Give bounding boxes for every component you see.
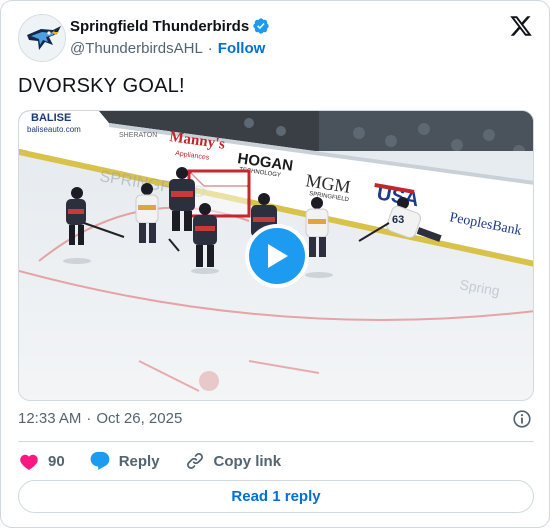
like-button[interactable]: 90 [18,450,65,472]
play-button[interactable] [245,224,309,288]
video-player[interactable]: BALISE baliseauto.com SHERATON Manny's A… [18,110,534,401]
like-count: 90 [48,452,65,470]
author-name-row: Springfield Thunderbirds [70,17,270,35]
handle-row: @ThunderbirdsAHL · Follow [70,40,265,57]
heart-icon [20,454,38,470]
play-icon [268,244,288,268]
link-icon [186,453,203,469]
svg-text:SHERATON: SHERATON [119,132,157,139]
tweet-time: 12:33 AM [18,410,82,427]
separator-dot: · [207,40,213,57]
thunderbirds-logo-icon [19,15,65,61]
svg-text:BALISE: BALISE [31,112,71,124]
copy-link-label: Copy link [213,452,282,470]
read-replies-button[interactable]: Read 1 reply [18,480,534,513]
author-name[interactable]: Springfield Thunderbirds [70,18,249,35]
timestamp[interactable]: 12:33 AM · Oct 26, 2025 [18,410,182,427]
reply-label: Reply [118,452,160,470]
divider [18,441,534,442]
timestamp-separator: · [86,410,92,427]
info-icon[interactable] [511,408,533,430]
reply-button[interactable]: Reply [89,450,160,472]
verified-badge-icon [253,18,269,34]
follow-button[interactable]: Follow [218,40,266,57]
reply-bubble-icon [90,451,110,470]
svg-text:baliseauto.com: baliseauto.com [27,125,81,134]
tweet-text: DVORSKY GOAL! [18,75,185,97]
copy-link-button[interactable]: Copy link [184,450,282,472]
x-logo-icon[interactable] [509,14,533,38]
author-handle[interactable]: @ThunderbirdsAHL [70,40,203,57]
tweet-date: Oct 26, 2025 [96,410,183,427]
avatar[interactable] [18,14,66,62]
actions-bar: 90 Reply Copy link [18,448,305,474]
tweet-card: Springfield Thunderbirds @ThunderbirdsAH… [0,0,550,528]
jersey-number: 63 [392,214,404,226]
